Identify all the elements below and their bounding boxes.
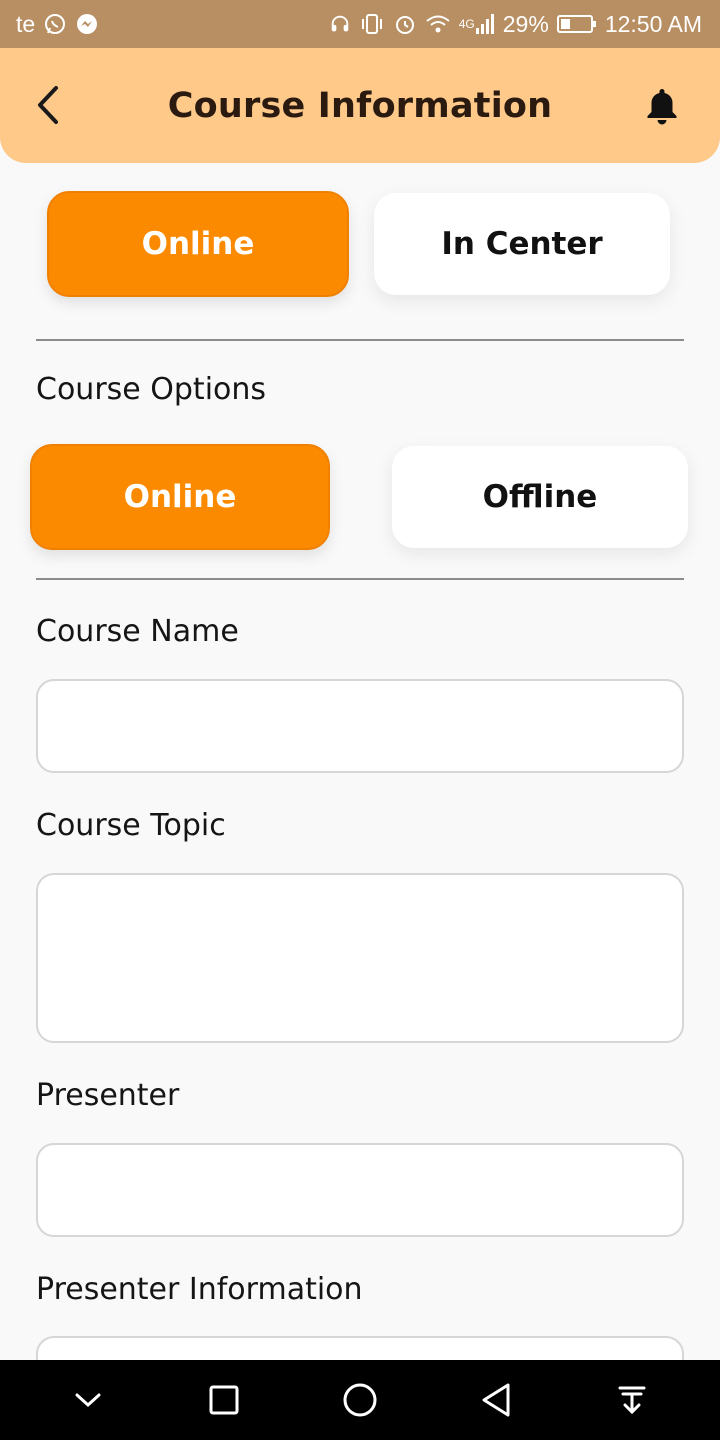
presenter-information-label: Presenter Information bbox=[36, 1272, 363, 1307]
wifi-icon bbox=[425, 13, 451, 35]
triangle-back-icon bbox=[482, 1383, 510, 1417]
bell-icon bbox=[647, 89, 677, 125]
presenter-label: Presenter bbox=[36, 1078, 180, 1113]
chevron-down-icon bbox=[75, 1393, 101, 1408]
collapse-button[interactable] bbox=[58, 1370, 118, 1430]
system-nav-bar bbox=[0, 1360, 720, 1440]
location-in-center-button[interactable]: In Center bbox=[374, 193, 670, 295]
course-options-label: Course Options bbox=[36, 372, 267, 407]
course-topic-field[interactable] bbox=[36, 873, 684, 1043]
headphones-icon bbox=[329, 13, 351, 35]
alarm-icon bbox=[393, 12, 417, 36]
vibrate-icon bbox=[359, 13, 385, 35]
status-bar: te 4G 29% 12:50 AM bbox=[0, 0, 720, 48]
course-topic-label: Course Topic bbox=[36, 808, 226, 843]
page-title: Course Information bbox=[167, 85, 553, 126]
notifications-pull-button[interactable] bbox=[602, 1370, 662, 1430]
status-left: te bbox=[16, 11, 99, 38]
course-option-online-button[interactable]: Online bbox=[30, 444, 330, 550]
whatsapp-icon bbox=[43, 12, 67, 36]
download-icon bbox=[618, 1386, 646, 1415]
square-icon bbox=[209, 1385, 239, 1415]
chevron-left-icon bbox=[38, 86, 58, 124]
network-label: 4G bbox=[458, 17, 475, 31]
battery-percent: 29% bbox=[502, 10, 549, 37]
recents-button[interactable] bbox=[194, 1370, 254, 1430]
circle-icon bbox=[343, 1383, 377, 1417]
signal-icon: 4G bbox=[459, 13, 495, 35]
notification-button[interactable] bbox=[642, 84, 682, 128]
course-name-label: Course Name bbox=[36, 614, 239, 649]
divider bbox=[36, 578, 684, 580]
course-name-field[interactable] bbox=[36, 679, 684, 773]
back-button[interactable] bbox=[30, 82, 66, 128]
carrier-label: te bbox=[16, 10, 36, 37]
clock: 12:50 AM bbox=[604, 10, 702, 37]
divider bbox=[36, 339, 684, 341]
status-right: 4G 29% 12:50 AM bbox=[329, 11, 702, 38]
back-nav-button[interactable] bbox=[466, 1370, 526, 1430]
app-header: Course Information bbox=[0, 48, 720, 163]
battery-icon bbox=[556, 14, 597, 34]
presenter-field[interactable] bbox=[36, 1143, 684, 1237]
course-option-offline-button[interactable]: Offline bbox=[392, 446, 688, 548]
location-online-button[interactable]: Online bbox=[47, 191, 349, 297]
home-button[interactable] bbox=[330, 1370, 390, 1430]
messenger-icon bbox=[75, 12, 99, 36]
